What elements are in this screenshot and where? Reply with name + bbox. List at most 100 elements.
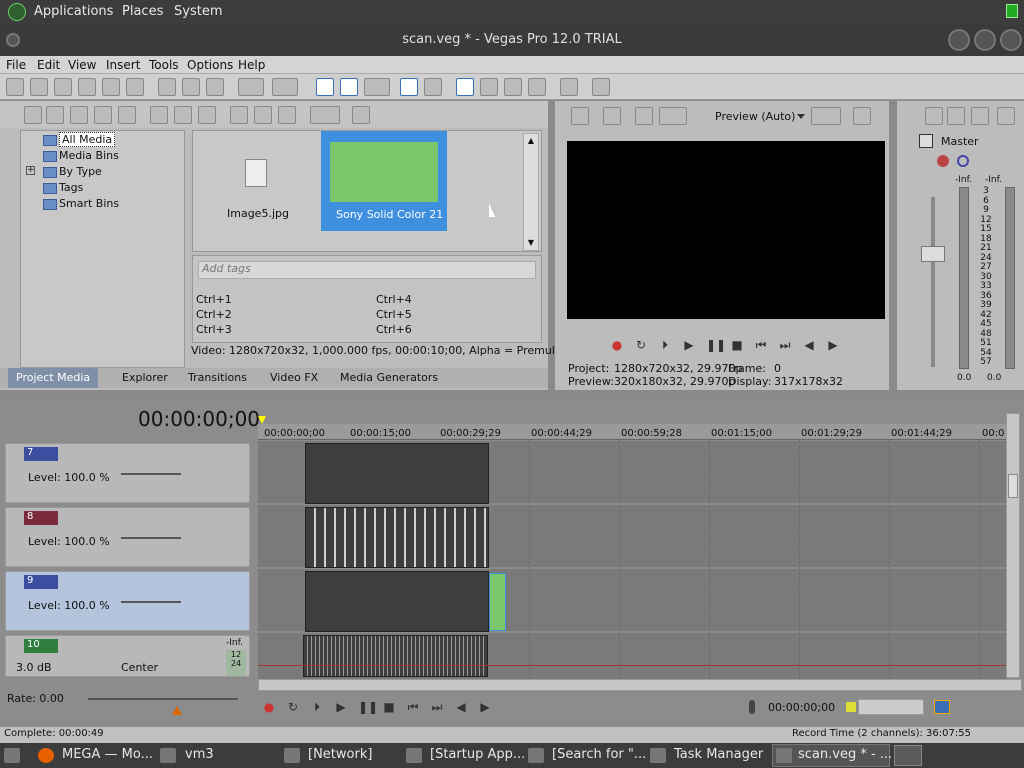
- pause-icon[interactable]: ❚❚: [358, 700, 378, 714]
- get-photos-icon[interactable]: [94, 106, 112, 124]
- cut-icon[interactable]: [158, 78, 176, 96]
- track-header-9[interactable]: 9 Level: 100.0 %: [5, 571, 250, 631]
- play-from-start-icon[interactable]: ⏵: [658, 338, 672, 352]
- get-media-web-icon[interactable]: [70, 106, 88, 124]
- master-fx-icon[interactable]: [937, 155, 949, 167]
- capture-video-icon[interactable]: [46, 106, 64, 124]
- import-media-icon[interactable]: [24, 106, 42, 124]
- record-icon[interactable]: ●: [610, 338, 624, 352]
- folder-icon[interactable]: [160, 748, 176, 763]
- prev-frame-icon[interactable]: ◀: [802, 338, 816, 352]
- timeline-vertical-scrollbar[interactable]: [1006, 413, 1020, 678]
- level-slider[interactable]: [121, 537, 181, 547]
- task-manager-icon[interactable]: [650, 748, 666, 763]
- pause-icon[interactable]: ❚❚: [706, 338, 726, 352]
- render-icon[interactable]: [102, 78, 120, 96]
- menu-insert[interactable]: Insert: [106, 58, 140, 72]
- taskbar-item-task-manager[interactable]: Task Manager: [674, 747, 763, 762]
- menu-options[interactable]: Options: [187, 58, 233, 72]
- preview-properties-icon[interactable]: [571, 107, 589, 125]
- scroll-up-icon[interactable]: ▲: [526, 136, 536, 146]
- mixer-properties-icon[interactable]: [925, 107, 943, 125]
- level-slider[interactable]: [121, 601, 181, 611]
- indicator-icon[interactable]: [1006, 4, 1018, 18]
- app-menu-icon[interactable]: [8, 3, 26, 21]
- minimize-button[interactable]: [948, 29, 970, 51]
- menu-view[interactable]: View: [68, 58, 96, 72]
- go-to-end-icon[interactable]: ⏭: [430, 700, 444, 714]
- media-fx-icon[interactable]: [198, 106, 216, 124]
- lock-envelopes-icon[interactable]: [424, 78, 442, 96]
- taskbar-item-vm3[interactable]: vm3: [185, 747, 214, 762]
- external-monitor-icon[interactable]: [603, 107, 621, 125]
- tree-item-tags[interactable]: Tags: [43, 181, 83, 194]
- taskbar-item-mega[interactable]: MEGA — Mo...: [62, 747, 153, 762]
- track-header-7[interactable]: 7 Level: 100.0 %: [5, 443, 250, 503]
- monitor-icon[interactable]: [934, 700, 950, 714]
- play-from-start-icon[interactable]: ⏵: [310, 700, 324, 714]
- redo-icon[interactable]: [272, 78, 298, 96]
- mixer-bus-icon[interactable]: [971, 107, 989, 125]
- snap-marker-icon[interactable]: [846, 702, 856, 712]
- master-mute-icon[interactable]: [957, 155, 969, 167]
- normal-edit-tool-icon[interactable]: [316, 78, 334, 96]
- globe-icon[interactable]: [118, 106, 136, 124]
- places-menu[interactable]: Places: [122, 4, 163, 19]
- tab-project-media[interactable]: Project Media: [8, 368, 99, 388]
- tray-icon[interactable]: [894, 745, 922, 766]
- loop-icon[interactable]: ↻: [634, 338, 648, 352]
- firefox-icon[interactable]: [38, 748, 54, 763]
- scroll-down-icon[interactable]: ▼: [526, 238, 536, 248]
- paste-icon[interactable]: [206, 78, 224, 96]
- taskbar-item-search[interactable]: [Search for "...: [552, 747, 646, 762]
- track-header-8[interactable]: 8 Level: 100.0 %: [5, 507, 250, 567]
- search-folder-icon[interactable]: [528, 748, 544, 763]
- save-as-icon[interactable]: [78, 78, 96, 96]
- show-desktop-icon[interactable]: [4, 748, 20, 763]
- tree-item-by-type[interactable]: By Type: [43, 165, 102, 178]
- system-menu[interactable]: System: [174, 4, 222, 19]
- expand-icon[interactable]: +: [26, 166, 35, 175]
- video-clip[interactable]: [305, 443, 489, 504]
- taskbar-item-network[interactable]: [Network]: [308, 747, 372, 762]
- grid-icon[interactable]: [811, 107, 841, 125]
- ignore-grouping-icon[interactable]: [504, 78, 522, 96]
- properties-icon[interactable]: [126, 78, 144, 96]
- tree-item-smart-bins[interactable]: Smart Bins: [43, 197, 119, 210]
- taskbar-item-startup[interactable]: [Startup App...: [430, 747, 525, 762]
- go-to-end-icon[interactable]: ⏭: [778, 338, 792, 352]
- open-icon[interactable]: [30, 78, 48, 96]
- timeline-horizontal-scrollbar[interactable]: [258, 679, 1022, 691]
- mic-icon[interactable]: [749, 700, 755, 714]
- stop-icon[interactable]: ■: [382, 700, 396, 714]
- solid-color-clip[interactable]: [489, 573, 506, 631]
- tab-video-fx[interactable]: Video FX: [270, 371, 318, 384]
- network-icon[interactable]: [284, 748, 300, 763]
- preview-quality-dropdown[interactable]: Preview (Auto): [715, 110, 795, 123]
- save-icon[interactable]: [54, 78, 72, 96]
- copy-snapshot-icon[interactable]: [853, 107, 871, 125]
- menu-tools[interactable]: Tools: [149, 58, 179, 72]
- master-fader[interactable]: [921, 246, 945, 262]
- next-frame-icon[interactable]: ▶: [826, 338, 840, 352]
- level-slider[interactable]: [121, 473, 181, 483]
- video-clip[interactable]: [305, 571, 489, 632]
- mixer-downmix-icon[interactable]: [997, 107, 1015, 125]
- tab-media-generators[interactable]: Media Generators: [340, 371, 438, 384]
- timecode-field[interactable]: [858, 699, 924, 715]
- stop-icon[interactable]: ■: [730, 338, 744, 352]
- stop-preview-icon[interactable]: [254, 106, 272, 124]
- undo-icon[interactable]: [238, 78, 264, 96]
- search-icon[interactable]: [352, 106, 370, 124]
- maximize-button[interactable]: [974, 29, 996, 51]
- remove-icon[interactable]: [150, 106, 168, 124]
- views-icon[interactable]: [310, 106, 340, 124]
- menu-edit[interactable]: Edit: [37, 58, 60, 72]
- chevron-down-icon[interactable]: [797, 114, 805, 119]
- menu-help[interactable]: Help: [238, 58, 265, 72]
- close-button[interactable]: [1000, 29, 1022, 51]
- go-to-start-icon[interactable]: ⏮: [754, 338, 768, 352]
- media-item-image5[interactable]: Image5.jpg: [215, 155, 295, 225]
- play-icon[interactable]: ▶: [334, 700, 348, 714]
- whats-this-help-icon[interactable]: [592, 78, 610, 96]
